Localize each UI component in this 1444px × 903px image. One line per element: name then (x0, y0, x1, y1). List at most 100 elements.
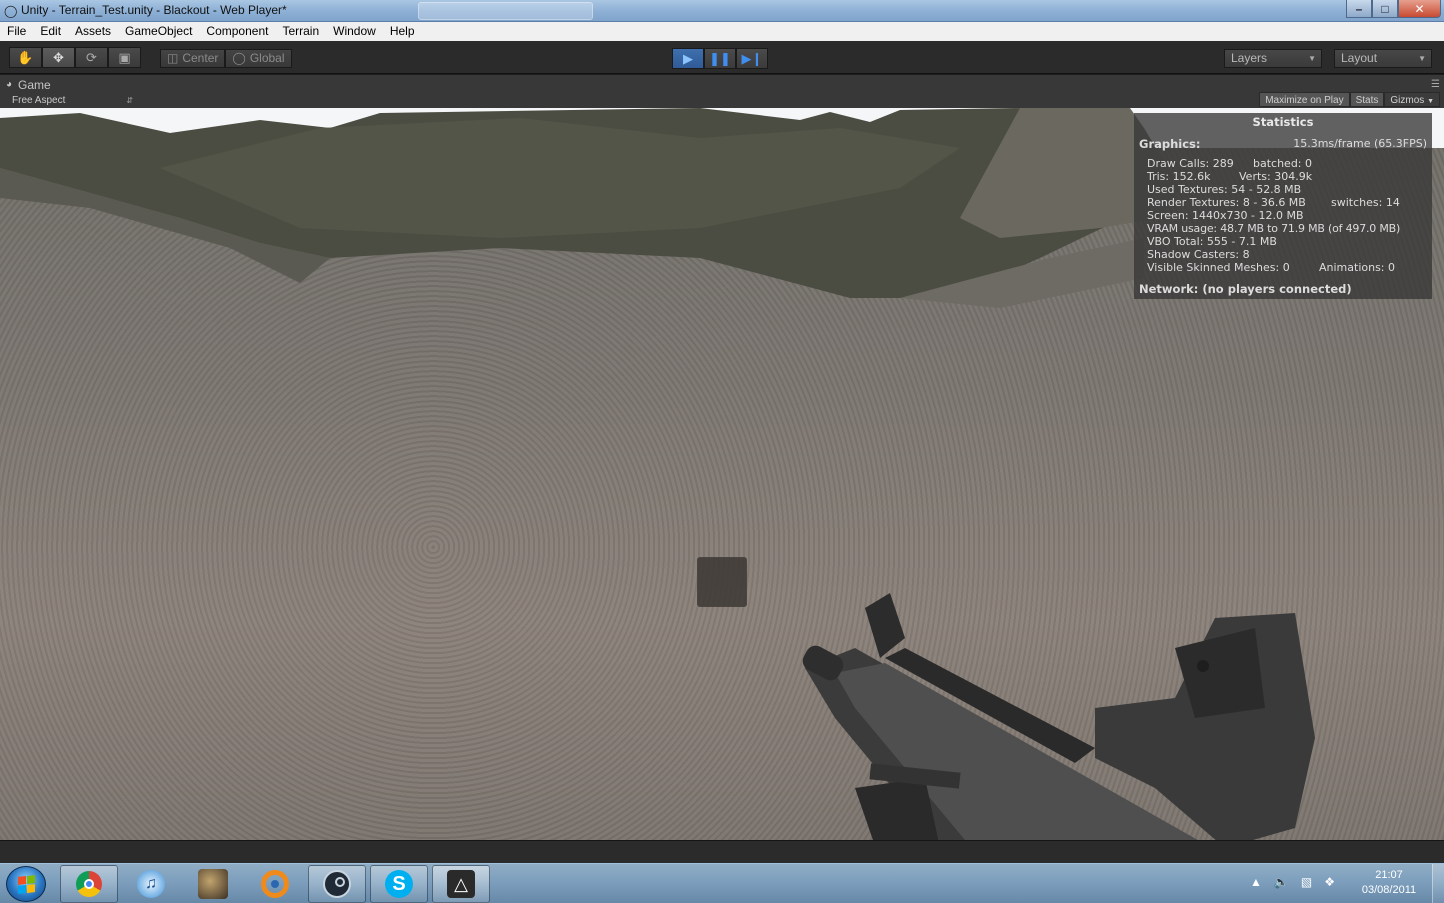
stat-row: Draw Calls: 289 batched: 0 (1147, 157, 1432, 170)
pause-button[interactable]: ❚❚ (704, 48, 736, 69)
windows-logo-icon (17, 874, 35, 894)
stat-row: Render Textures: 8 - 36.6 MB switches: 1… (1147, 196, 1432, 209)
stat-screen: Screen: 1440x730 - 12.0 MB (1147, 209, 1304, 222)
unity-icon: △ (447, 870, 475, 898)
layers-dropdown[interactable]: Layers ▼ (1224, 49, 1322, 68)
window-controls: – □ ✕ (1346, 0, 1441, 18)
taskbar-unity[interactable]: △ (432, 865, 490, 903)
statistics-header: Statistics (1252, 115, 1314, 129)
taskbar-clock[interactable]: 21:07 03/08/2011 (1352, 868, 1426, 898)
window-title-bar: ◯ Unity - Terrain_Test.unity - Blackout … (0, 0, 1444, 22)
menu-window[interactable]: Window (326, 22, 383, 41)
crosshair-reticle (697, 557, 747, 607)
pivot-controls: ◫ Center ◯ Global (160, 49, 292, 68)
maximize-on-play-toggle[interactable]: Maximize on Play (1259, 92, 1350, 107)
pivot-center-label: Center (182, 51, 219, 65)
tab-game[interactable]: ◕ Game (6, 76, 51, 93)
steam-icon (323, 870, 351, 898)
layout-dropdown[interactable]: Layout ▼ (1334, 49, 1432, 68)
play-icon: ▶ (683, 50, 693, 66)
aspect-label: Free Aspect (12, 95, 66, 106)
menu-bar: File Edit Assets GameObject Component Te… (0, 22, 1444, 41)
chrome-icon (76, 871, 102, 897)
pivot-global-toggle[interactable]: ◯ Global (225, 49, 292, 68)
menu-gameobject[interactable]: GameObject (118, 22, 199, 41)
panel-menu-icon[interactable]: ☰ (1431, 79, 1440, 90)
chevron-updown-icon: ⇵ (126, 96, 133, 105)
stats-toggle[interactable]: Stats (1349, 92, 1385, 107)
step-button[interactable]: ▶❙ (736, 48, 768, 69)
start-button[interactable] (6, 866, 46, 902)
taskbar-itunes[interactable]: ♫ (122, 865, 180, 903)
stat-tris: Tris: 152.6k (1147, 170, 1211, 183)
menu-help[interactable]: Help (383, 22, 422, 41)
step-icon: ▶❙ (741, 50, 763, 66)
gizmos-dropdown[interactable]: Gizmos ▼ (1384, 92, 1440, 107)
taskbar-game-app[interactable] (184, 865, 242, 903)
taskbar-blender[interactable] (246, 865, 304, 903)
system-tray: ▲ 🔈 ▧ ❖ (1250, 875, 1335, 889)
editor-toolbar: ✋ ✥ ⟳ ▣ ◫ Center ◯ Global ▶ ❚❚ ▶❙ Layers… (0, 41, 1444, 74)
statistics-rows: Draw Calls: 289 batched: 0 Tris: 152.6k … (1147, 157, 1432, 274)
chevron-down-icon: ▼ (1308, 54, 1316, 63)
chevron-down-icon: ▼ (1418, 54, 1426, 63)
network-signal-icon[interactable]: ▧ (1301, 875, 1312, 889)
taskbar-steam[interactable] (308, 865, 366, 903)
window-title: Unity - Terrain_Test.unity - Blackout - … (21, 3, 287, 17)
scale-tool-button[interactable]: ▣ (108, 47, 141, 68)
stat-row: Shadow Casters: 8 (1147, 248, 1432, 261)
menu-assets[interactable]: Assets (68, 22, 118, 41)
stat-row: Visible Skinned Meshes: 0 Animations: 0 (1147, 261, 1432, 274)
windows-taskbar: ♫ S △ ▲ 🔈 ▧ ❖ 21:07 03/08/2011 (0, 863, 1444, 903)
menu-file[interactable]: File (0, 22, 33, 41)
layout-label: Layout (1341, 51, 1378, 65)
stat-row: Screen: 1440x730 - 12.0 MB (1147, 209, 1432, 222)
network-status: Network: (no players connected) (1139, 282, 1352, 296)
transform-tools: ✋ ✥ ⟳ ▣ (9, 47, 141, 68)
dropbox-icon[interactable]: ❖ (1324, 875, 1335, 889)
rotate-tool-button[interactable]: ⟳ (75, 47, 108, 68)
pivot-global-label: Global (249, 51, 285, 65)
itunes-icon: ♫ (137, 870, 165, 898)
stat-skinned-meshes: Visible Skinned Meshes: 0 (1147, 261, 1290, 274)
volume-icon[interactable]: 🔈 (1274, 875, 1289, 889)
move-tool-button[interactable]: ✥ (42, 47, 75, 68)
maximize-button[interactable]: □ (1372, 0, 1398, 18)
background-window-tab (418, 2, 593, 20)
taskbar-chrome[interactable] (60, 865, 118, 903)
menu-edit[interactable]: Edit (33, 22, 68, 41)
aspect-dropdown[interactable]: Free Aspect ⇵ (6, 94, 136, 107)
globe-icon: ◯ (232, 51, 246, 65)
stat-vram: VRAM usage: 48.7 MB to 71.9 MB (of 497.0… (1147, 222, 1401, 235)
game-view-icon: ◕ (6, 79, 13, 90)
menu-terrain[interactable]: Terrain (275, 22, 326, 41)
playback-controls: ▶ ❚❚ ▶❙ (672, 48, 768, 69)
stat-render-textures: Render Textures: 8 - 36.6 MB (1147, 196, 1306, 209)
first-person-rifle (802, 593, 1315, 840)
pause-icon: ❚❚ (709, 50, 731, 66)
stat-row: Tris: 152.6k Verts: 304.9k (1147, 170, 1432, 183)
show-desktop-button[interactable] (1432, 864, 1444, 903)
layers-label: Layers (1231, 51, 1268, 65)
play-button[interactable]: ▶ (672, 48, 704, 69)
minimize-button[interactable]: – (1346, 0, 1372, 18)
move-icon: ✥ (53, 49, 64, 65)
clock-date: 03/08/2011 (1361, 884, 1417, 896)
hand-icon: ✋ (17, 49, 34, 65)
taskbar-skype[interactable]: S (370, 865, 428, 903)
close-button[interactable]: ✕ (1398, 0, 1441, 18)
stat-verts: Verts: 304.9k (1239, 170, 1313, 183)
pivot-center-toggle[interactable]: ◫ Center (160, 49, 226, 68)
stat-draw-calls: Draw Calls: 289 (1147, 157, 1234, 170)
hand-tool-button[interactable]: ✋ (9, 47, 42, 68)
menu-component[interactable]: Component (199, 22, 275, 41)
show-hidden-icons-icon[interactable]: ▲ (1250, 875, 1262, 889)
stat-vbo: VBO Total: 555 - 7.1 MB (1147, 235, 1277, 248)
graphics-label: Graphics: (1139, 137, 1201, 151)
editor-status-bar (0, 840, 1444, 863)
game-app-icon (198, 869, 228, 899)
game-tab-label: Game (18, 77, 51, 92)
chevron-down-icon: ▼ (1427, 98, 1434, 105)
game-view-header: ◕ Game ☰ Free Aspect ⇵ Maximize on Play … (0, 75, 1444, 108)
stat-row: VBO Total: 555 - 7.1 MB (1147, 235, 1432, 248)
